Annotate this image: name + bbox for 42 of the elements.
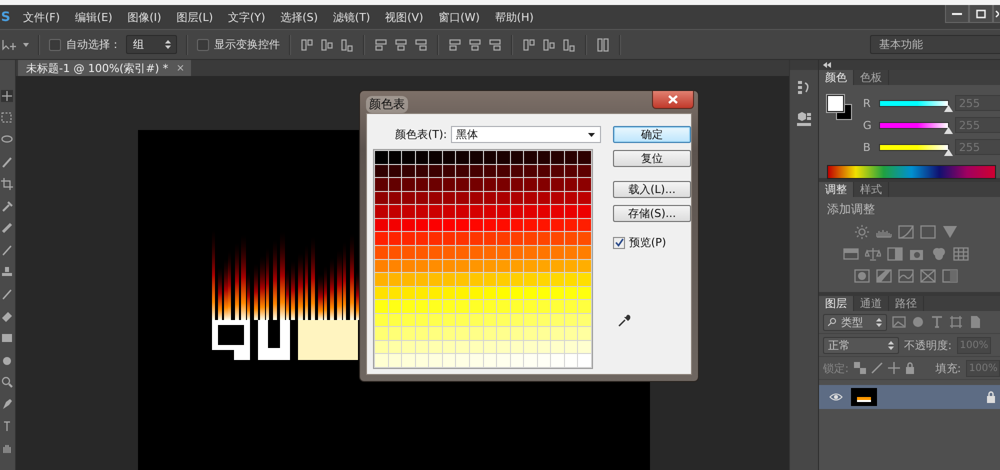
dialog-button[interactable]: 载入(L)... bbox=[613, 181, 691, 198]
document-tab[interactable]: 未标题-1 @ 100%(索引#) * × bbox=[18, 60, 191, 76]
panel-tab[interactable]: 颜色 bbox=[819, 70, 854, 85]
filter-dropdown[interactable]: 类型 bbox=[823, 314, 887, 330]
panel-tab[interactable]: 色板 bbox=[854, 70, 889, 85]
dialog-button[interactable]: 复位 bbox=[613, 150, 691, 167]
close-tab-button[interactable]: × bbox=[176, 62, 185, 74]
blend-mode-dropdown[interactable]: 正常 bbox=[823, 336, 899, 354]
menu-item[interactable]: 滤镜(T) bbox=[324, 10, 378, 24]
menu-item[interactable]: 图像(I) bbox=[119, 10, 168, 24]
channel-label: R bbox=[863, 96, 872, 110]
dialog-button[interactable]: 确定 bbox=[613, 126, 691, 143]
document-title: 未标题-1 @ 100%(索引#) * bbox=[26, 60, 168, 76]
checkbox-label: 自动选择： bbox=[66, 37, 121, 52]
panel-heading: 添加调整 bbox=[826, 201, 876, 218]
panel-tab[interactable]: 通道 bbox=[854, 296, 889, 311]
dialog-button[interactable]: 存储(S)... bbox=[613, 205, 691, 222]
channel-label: G bbox=[863, 118, 873, 132]
channel-label: B bbox=[863, 140, 872, 154]
menu-item[interactable]: 图层(L) bbox=[168, 10, 220, 24]
menu-item[interactable]: 文字(Y) bbox=[220, 10, 272, 24]
app-logo: S bbox=[1, 10, 12, 24]
dialog-title: 颜色表 bbox=[366, 96, 408, 113]
menu-item[interactable]: 编辑(E) bbox=[66, 10, 120, 24]
menu-item[interactable]: 视图(V) bbox=[377, 10, 430, 24]
checkbox-label: 预览(P) bbox=[629, 235, 666, 250]
panel-tab[interactable]: 图层 bbox=[819, 296, 854, 311]
panel-tab[interactable]: 调整 bbox=[819, 182, 854, 197]
workspace-button[interactable]: 基本功能 bbox=[870, 35, 1000, 54]
opacity-label: 不透明度: bbox=[904, 338, 952, 352]
group-dropdown[interactable]: 组 bbox=[126, 35, 177, 54]
color-table-dropdown[interactable]: 黑体 bbox=[451, 126, 601, 143]
menu-item[interactable]: 选择(S) bbox=[272, 10, 325, 24]
menu-item[interactable]: 帮助(H) bbox=[486, 10, 541, 24]
menu-item[interactable]: 窗口(W) bbox=[430, 10, 487, 24]
field-label: 颜色表(T): bbox=[394, 127, 447, 142]
panel-tab[interactable]: 路径 bbox=[889, 296, 924, 311]
fill-label: 填充: bbox=[935, 360, 961, 376]
menu-item[interactable]: 文件(F) bbox=[15, 10, 67, 24]
panel-tab[interactable]: 样式 bbox=[854, 182, 889, 197]
checkbox-label: 显示变换控件 bbox=[214, 37, 280, 52]
lock-label: 锁定: bbox=[823, 360, 849, 376]
